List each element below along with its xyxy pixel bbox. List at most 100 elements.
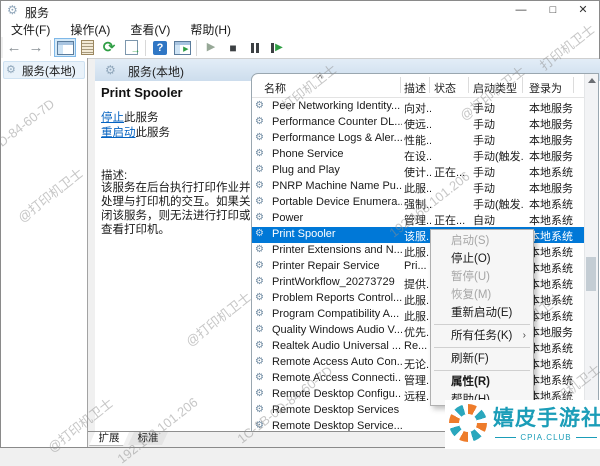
menu-item-2[interactable]: 查看(V) xyxy=(120,19,180,38)
cell-logon-as: 本地服务 xyxy=(529,119,573,131)
service-gear-icon: ⚙ xyxy=(255,180,264,191)
menu-item-3[interactable]: 帮助(H) xyxy=(180,19,241,38)
table-row[interactable]: ⚙ Realtek Audio Universal ... Re... 本地系统 xyxy=(252,339,585,355)
window-pane-part xyxy=(174,44,180,54)
table-row[interactable]: ⚙ Quality Windows Audio V...优先... 本地服务 xyxy=(252,323,585,339)
cell-startup-type: 手动 xyxy=(473,119,495,131)
link-suffix: 此服务 xyxy=(135,127,171,139)
cell-name: Realtek Audio Universal ... xyxy=(272,340,402,352)
cell-name: Quality Windows Audio V... xyxy=(272,324,402,336)
tree-item-label: 服务(本地) xyxy=(22,66,76,78)
properties-icon xyxy=(80,40,94,55)
cell-logon-as: 本地系统 xyxy=(529,295,573,307)
table-row[interactable]: ⚙ Remote Access Connecti...管理... 本地系统 xyxy=(252,371,585,387)
stop-service-link[interactable]: 停止 xyxy=(101,112,124,124)
pane-header-label: 服务(本地) xyxy=(128,65,184,79)
cell-startup-type: 手动 xyxy=(473,135,495,147)
cell-status: 正在... xyxy=(434,215,466,227)
table-row[interactable]: ⚙ Remote Access Auto Con...无论... 本地系统 xyxy=(252,355,585,371)
restart-service-icon[interactable]: ▶ xyxy=(266,38,288,57)
column-header-0[interactable]: 名称 xyxy=(264,80,286,96)
column-separator xyxy=(573,77,574,93)
maximize-button[interactable]: □ xyxy=(537,1,569,19)
table-row[interactable]: ⚙ Peer Networking Identity...向对... 手动 本地服务 xyxy=(252,99,585,115)
service-link-line: 重启动此服务 xyxy=(101,126,170,141)
context-menu-item-1[interactable]: 停止(O) xyxy=(431,250,533,268)
column-header-1[interactable]: 描述 xyxy=(404,80,426,96)
scroll-up-icon[interactable] xyxy=(585,74,598,87)
export-list-icon[interactable]: → xyxy=(120,38,142,57)
view-tab-extended[interactable]: 扩展 xyxy=(89,432,129,446)
cell-name: Performance Counter DL... xyxy=(272,116,402,128)
column-separator xyxy=(468,77,469,93)
console-tree-panel: ⚙ 服务(本地) xyxy=(1,58,88,447)
refresh-icon[interactable]: ⟳ xyxy=(98,38,120,57)
pause-service-icon[interactable] xyxy=(244,38,266,57)
scrollbar-thumb[interactable] xyxy=(586,257,596,291)
cell-startup-type: 手动(触发... xyxy=(473,151,523,163)
vertical-scrollbar[interactable] xyxy=(584,74,598,433)
table-row[interactable]: ⚙ Printer Repair Service Pri... 本地系统 xyxy=(252,259,585,275)
cell-logon-as: 本地系统 xyxy=(529,215,573,227)
cell-description: 此服... xyxy=(404,183,431,195)
cell-logon-as: 本地系统 xyxy=(529,279,573,291)
column-header-3[interactable]: 启动类型 xyxy=(473,80,517,96)
cell-description: 此服... xyxy=(404,247,431,259)
services-list: ^ 名称 描述 状态 启动类型 登录为 ⚙ Peer Networking Identit… xyxy=(251,73,599,434)
toolbar-separator xyxy=(145,39,146,56)
cell-name: Power xyxy=(272,212,304,224)
cell-description: 提供... xyxy=(404,279,431,291)
mini-play-icon: ▶ xyxy=(183,45,189,53)
menu-item-1[interactable]: 操作(A) xyxy=(60,19,120,38)
context-menu-item-4[interactable]: 重新启动(E) xyxy=(431,304,533,322)
table-row[interactable]: ⚙ Portable Device Enumera...强制... 手动(触发...… xyxy=(252,195,585,211)
list-rows: ⚙Peer Networking Identity...向对...手动本地服务 ⚙… xyxy=(252,99,585,433)
service-gear-icon: ⚙ xyxy=(255,388,264,399)
table-row[interactable]: ⚙ Performance Counter DL...使远... 手动 本地服务 xyxy=(252,115,585,131)
context-menu-item-10[interactable]: 属性(R) xyxy=(431,373,533,391)
column-header-2[interactable]: 状态 xyxy=(434,80,456,96)
start-service-icon: ▶ xyxy=(206,41,216,53)
table-row[interactable]: ⚙Print Spooler该服...正在...自动本地系统 xyxy=(252,227,585,243)
column-separator xyxy=(400,77,401,93)
table-row[interactable]: ⚙ Performance Logs & Aler...性能... 手动 本地服务 xyxy=(252,131,585,147)
context-menu-item-6[interactable]: 所有任务(K) › xyxy=(431,327,533,345)
sort-ascending-icon: ^ xyxy=(318,73,323,83)
cell-startup-type: 手动(触发... xyxy=(473,199,523,211)
cell-name: Print Spooler xyxy=(272,228,336,240)
properties-icon[interactable] xyxy=(76,38,98,57)
console-tree-icon[interactable] xyxy=(54,38,76,57)
column-header-4[interactable]: 登录为 xyxy=(529,80,562,96)
tree-item-services-local[interactable]: ⚙ 服务(本地) xyxy=(3,61,85,79)
cell-startup-type: 手动 xyxy=(473,167,495,179)
table-row[interactable]: ⚙ Plug and Play 使计...正在... 手动 本地系统 xyxy=(252,163,585,179)
forward-icon[interactable]: → xyxy=(25,38,47,57)
stop-service-icon[interactable]: ■ xyxy=(222,38,244,57)
help-icon[interactable]: ? xyxy=(149,38,171,57)
context-menu-item-8[interactable]: 刷新(F) xyxy=(431,350,533,368)
start-service-icon[interactable]: ▶ xyxy=(200,38,222,57)
cell-description: 管理... xyxy=(404,375,431,387)
table-row[interactable]: ⚙ Power 管理...正在... 自动 本地系统 xyxy=(252,211,585,227)
table-row[interactable]: ⚙ Printer Extensions and N...此服... 本地系统 xyxy=(252,243,585,259)
restart-service-link[interactable]: 重启动 xyxy=(101,127,136,139)
cell-logon-as: 本地服务 xyxy=(529,103,573,115)
menu-item-0[interactable]: 文件(F) xyxy=(1,19,60,38)
column-separator xyxy=(522,77,523,93)
table-row[interactable]: ⚙ PNRP Machine Name Pu...此服... 手动 本地服务 xyxy=(252,179,585,195)
cell-description: 强制... xyxy=(404,199,431,211)
table-row[interactable]: ⚙ PrintWorkflow_20273729 提供... 本地系统 xyxy=(252,275,585,291)
service-link-line: 停止此服务 xyxy=(101,111,170,126)
close-button[interactable]: ✕ xyxy=(567,1,599,19)
link-suffix: 此服务 xyxy=(124,112,159,124)
minimize-button[interactable]: — xyxy=(505,1,537,19)
service-gear-icon: ⚙ xyxy=(255,148,264,159)
table-row[interactable]: ⚙ Phone Service 在设... 手动(触发... 本地服务 xyxy=(252,147,585,163)
table-row[interactable]: ⚙ Problem Reports Control...此服... 本地系统 xyxy=(252,291,585,307)
back-icon[interactable]: ← xyxy=(3,38,25,57)
cell-name: Phone Service xyxy=(272,148,344,160)
view-tab-standard[interactable]: 标准 xyxy=(128,432,168,445)
standard-view-icon[interactable]: ▶ xyxy=(171,38,193,57)
cell-description: Pri... xyxy=(404,260,427,272)
table-row[interactable]: ⚙ Program Compatibility A... 此服... 本地系统 xyxy=(252,307,585,323)
